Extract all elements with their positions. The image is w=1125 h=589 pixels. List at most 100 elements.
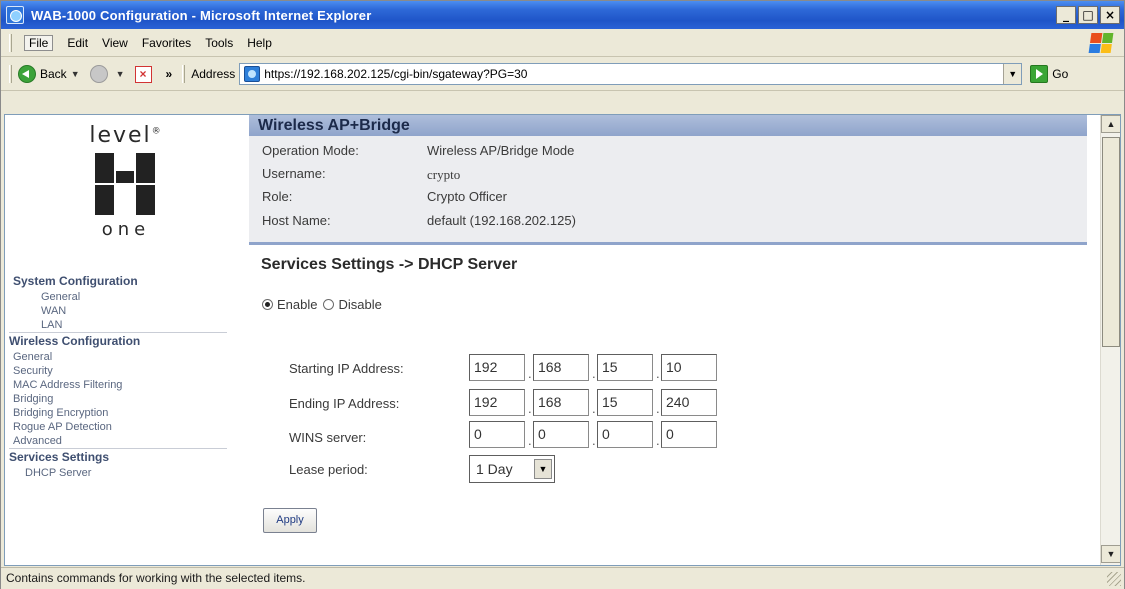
scroll-down-icon[interactable]: ▼ <box>1101 545 1120 563</box>
wins-server-label: WINS server: <box>289 430 367 445</box>
address-dropdown-icon[interactable]: ▼ <box>1003 64 1022 84</box>
starting-ip-octet-4[interactable]: 10 <box>661 354 717 381</box>
menu-view[interactable]: View <box>102 36 128 50</box>
wins-octet-4[interactable]: 0 <box>661 421 717 448</box>
nav-section-system[interactable]: System Configuration <box>5 273 248 290</box>
back-label: Back <box>40 67 67 81</box>
nav-item-wireless-general[interactable]: General <box>5 350 248 364</box>
nav-item-dhcp-server[interactable]: DHCP Server <box>5 466 248 480</box>
ip-dot: . <box>528 366 532 381</box>
window-controls: _ □ × <box>1056 6 1120 24</box>
ip-dot: . <box>656 366 660 381</box>
disable-label[interactable]: Disable <box>338 297 381 312</box>
scroll-thumb[interactable] <box>1102 137 1120 347</box>
levelone-logo: level® one <box>81 123 171 243</box>
info-label-username: Username: <box>262 166 326 181</box>
ending-ip-octet-1[interactable]: 192 <box>469 389 525 416</box>
toolbar-grip[interactable] <box>9 65 12 83</box>
address-bar[interactable]: https://192.168.202.125/cgi-bin/sgateway… <box>239 63 1023 85</box>
starting-ip-label: Starting IP Address: <box>289 361 404 376</box>
address-label: Address <box>191 67 236 81</box>
minimize-button[interactable]: _ <box>1056 6 1076 24</box>
address-url[interactable]: https://192.168.202.125/cgi-bin/sgateway… <box>264 67 527 81</box>
enable-label[interactable]: Enable <box>277 297 317 312</box>
ip-dot: . <box>528 433 532 448</box>
close-button[interactable]: × <box>1100 6 1120 24</box>
nav-section-services[interactable]: Services Settings <box>5 449 248 466</box>
nav-item-lan[interactable]: LAN <box>5 318 248 332</box>
apply-button[interactable]: Apply <box>263 508 317 533</box>
nav-item-bridging-encryption[interactable]: Bridging Encryption <box>5 406 248 420</box>
menu-file[interactable]: File <box>24 34 54 51</box>
back-button[interactable]: Back ▼ <box>18 65 84 83</box>
ip-dot: . <box>592 433 596 448</box>
maximize-button[interactable]: □ <box>1078 6 1098 24</box>
wins-octet-2[interactable]: 0 <box>533 421 589 448</box>
lease-period-select[interactable]: 1 Day ▼ <box>469 455 555 483</box>
windows-flag-icon <box>1088 33 1114 53</box>
window-title: WAB-1000 Configuration - Microsoft Inter… <box>31 7 372 23</box>
status-bar: Contains commands for working with the s… <box>1 567 1124 589</box>
menu-tools[interactable]: Tools <box>205 36 233 50</box>
nav-item-system-general[interactable]: General <box>5 290 248 304</box>
go-arrow-icon <box>1030 65 1049 83</box>
page-icon <box>244 66 261 82</box>
info-label-host-name: Host Name: <box>262 213 331 228</box>
main-panel: Wireless AP+Bridge Operation Mode: Wirel… <box>249 115 1094 565</box>
ip-dot: . <box>528 401 532 416</box>
wins-octet-1[interactable]: 0 <box>469 421 525 448</box>
info-value-role: Crypto Officer <box>427 189 507 204</box>
ending-ip-octet-3[interactable]: 15 <box>597 389 653 416</box>
stop-icon[interactable]: × <box>134 65 152 83</box>
info-label-operation-mode: Operation Mode: <box>262 143 359 158</box>
nav-item-bridging[interactable]: Bridging <box>5 392 248 406</box>
back-dropdown-icon[interactable]: ▼ <box>71 69 80 79</box>
forward-button[interactable]: ▼ <box>89 65 129 83</box>
info-label-role: Role: <box>262 189 293 204</box>
toolbar-grip[interactable] <box>9 33 12 52</box>
menu-edit[interactable]: Edit <box>67 36 88 50</box>
navigation-toolbar: Back ▼ ▼ × » Address https://192.168.202… <box>1 58 1124 91</box>
starting-ip-octet-2[interactable]: 168 <box>533 354 589 381</box>
nav-item-wan[interactable]: WAN <box>5 304 248 318</box>
forward-arrow-icon <box>89 65 108 83</box>
menu-help[interactable]: Help <box>247 36 272 50</box>
ie-icon <box>6 6 24 24</box>
nav-section-wireless[interactable]: Wireless Configuration <box>5 333 248 350</box>
info-value-operation-mode: Wireless AP/Bridge Mode <box>427 143 575 158</box>
info-value-username: crypto <box>427 167 461 182</box>
toolbar-overflow-icon[interactable]: » <box>166 67 173 81</box>
disable-radio[interactable] <box>323 299 335 310</box>
menu-favorites[interactable]: Favorites <box>142 36 191 50</box>
sidebar: level® one System Configuration General … <box>5 115 248 565</box>
enable-radio[interactable] <box>262 299 273 310</box>
chevron-down-icon[interactable]: ▼ <box>534 459 552 479</box>
ip-dot: . <box>656 401 660 416</box>
ending-ip-octet-2[interactable]: 168 <box>533 389 589 416</box>
ip-dot: . <box>656 433 660 448</box>
page-banner: Wireless AP+Bridge <box>249 115 1087 136</box>
ending-ip-octet-4[interactable]: 240 <box>661 389 717 416</box>
ending-ip-label: Ending IP Address: <box>289 396 400 411</box>
nav-item-rogue-ap[interactable]: Rogue AP Detection <box>5 420 248 434</box>
wins-octet-3[interactable]: 0 <box>597 421 653 448</box>
go-label: Go <box>1052 67 1069 81</box>
forward-dropdown-icon[interactable]: ▼ <box>116 69 125 79</box>
ip-dot: . <box>592 366 596 381</box>
page-content: level® one System Configuration General … <box>4 114 1121 566</box>
menu-bar: File Edit View Favorites Tools Help <box>1 29 1124 57</box>
ip-dot: . <box>592 401 596 416</box>
back-arrow-icon <box>18 65 36 83</box>
nav-item-security[interactable]: Security <box>5 364 248 378</box>
starting-ip-octet-3[interactable]: 15 <box>597 354 653 381</box>
toolbar-grip[interactable] <box>182 65 186 83</box>
scroll-up-icon[interactable]: ▲ <box>1101 115 1120 133</box>
resize-grip-icon[interactable] <box>1107 572 1121 586</box>
nav-item-advanced[interactable]: Advanced <box>5 434 248 448</box>
nav-item-mac-filtering[interactable]: MAC Address Filtering <box>5 378 248 392</box>
browser-window: WAB-1000 Configuration - Microsoft Inter… <box>0 0 1125 589</box>
vertical-scrollbar[interactable]: ▲ ▼ <box>1100 115 1120 565</box>
go-button[interactable]: Go <box>1030 65 1068 83</box>
starting-ip-octet-1[interactable]: 192 <box>469 354 525 381</box>
title-bar: WAB-1000 Configuration - Microsoft Inter… <box>1 1 1124 29</box>
